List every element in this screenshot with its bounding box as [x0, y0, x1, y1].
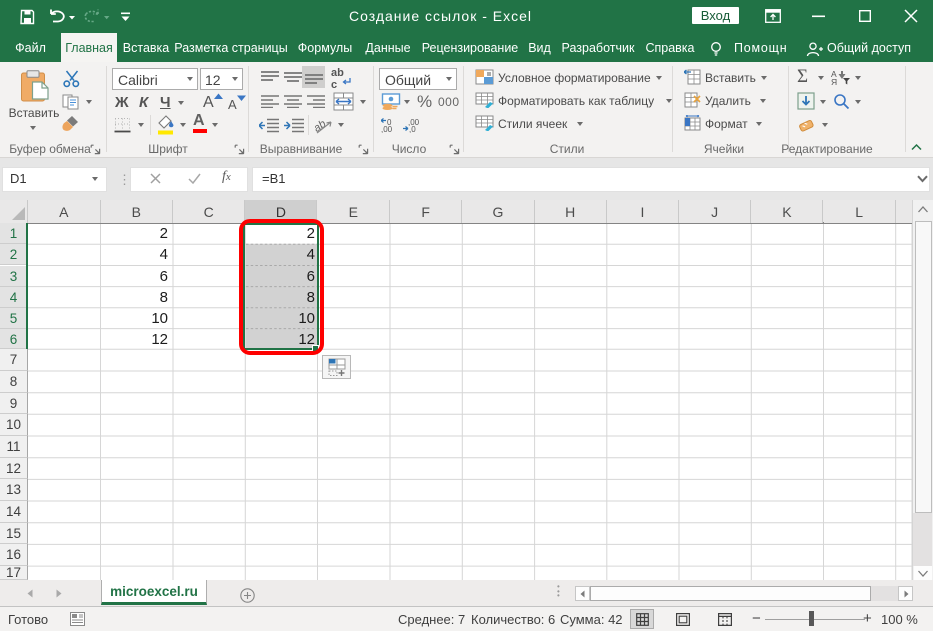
svg-text:,00: ,00 [381, 125, 393, 134]
svg-text:Я: Я [831, 77, 837, 85]
svg-text:,0: ,0 [409, 125, 416, 134]
